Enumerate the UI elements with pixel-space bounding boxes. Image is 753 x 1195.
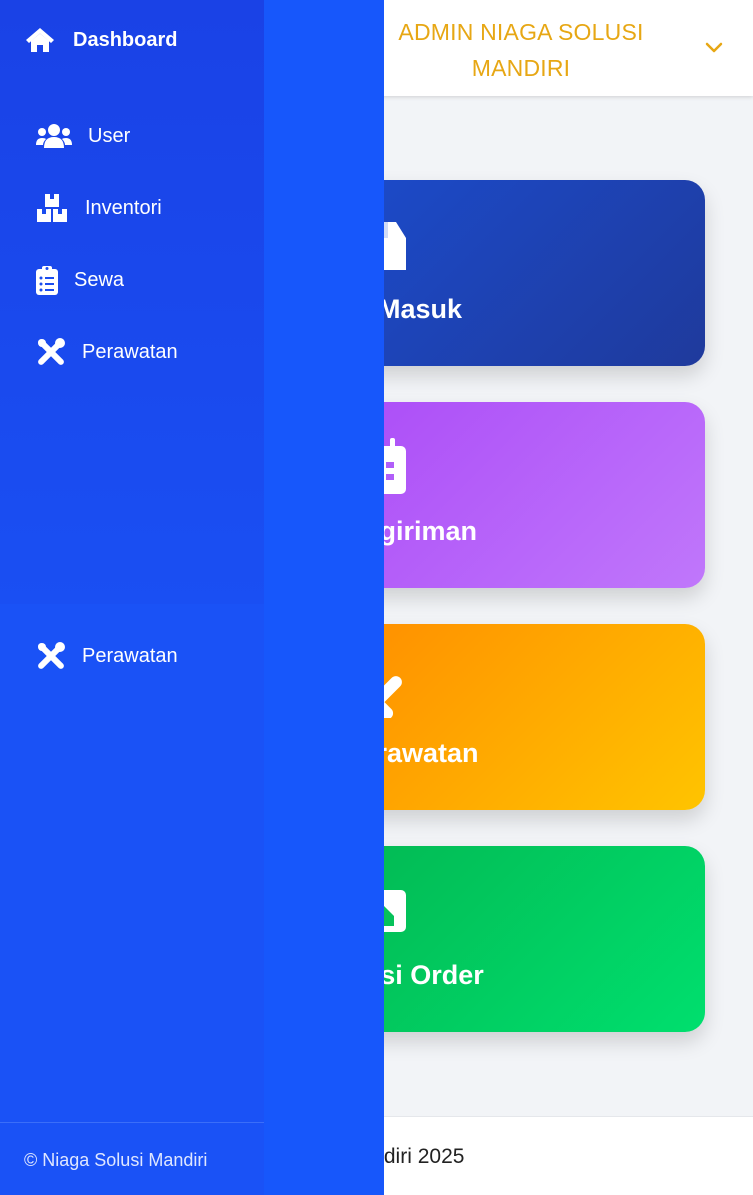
copyright-text: © Niaga Solusi Mandiri — [24, 1150, 208, 1170]
sidebar: Dashboard User Inventori Sewa Perawatan … — [0, 0, 264, 1195]
sidebar-item-label: Inventori — [85, 196, 162, 219]
admin-title[interactable]: ADMIN NIAGA SOLUSI MANDIRI — [392, 14, 650, 86]
sidebar-item-perawatan[interactable]: Perawatan — [36, 336, 178, 368]
users-icon — [36, 120, 72, 152]
sidebar-item-inventori[interactable]: Inventori — [36, 192, 162, 224]
sidebar-item-user[interactable]: User — [36, 120, 130, 152]
home-icon — [24, 24, 56, 56]
clipboard-list-icon — [36, 264, 58, 296]
sidebar-item-label: Dashboard — [73, 28, 178, 51]
sidebar-item-label: User — [88, 124, 131, 147]
tools-icon — [36, 336, 66, 368]
sidebar-item-label: Perawatan — [82, 644, 178, 667]
sidebar-item-label: Sewa — [74, 268, 125, 291]
sidebar-item-label: Perawatan — [82, 340, 178, 363]
chevron-down-icon[interactable] — [700, 34, 728, 62]
sidebar-item-sewa[interactable]: Sewa — [36, 264, 124, 296]
sidebar-top-section — [0, 0, 264, 604]
tools-icon — [36, 640, 66, 672]
boxes-icon — [36, 192, 68, 224]
sidebar-item-perawatan-secondary[interactable]: Perawatan — [36, 640, 178, 672]
sidebar-item-dashboard[interactable]: Dashboard — [24, 24, 177, 56]
sidebar-footer: © Niaga Solusi Mandiri — [0, 1122, 264, 1195]
